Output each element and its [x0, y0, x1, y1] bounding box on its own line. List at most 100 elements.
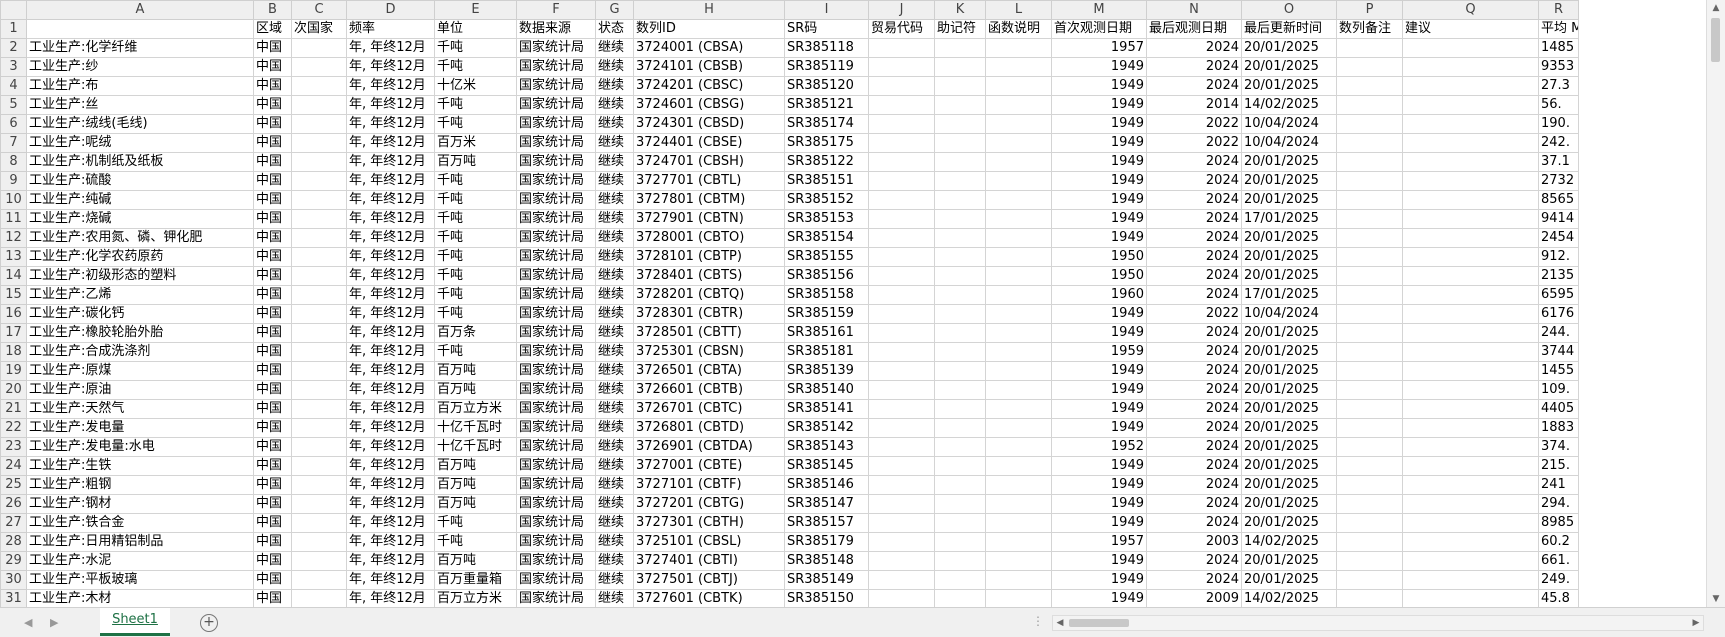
- row-header[interactable]: 24: [0, 456, 27, 476]
- cell[interactable]: 函数说明: [985, 19, 1052, 39]
- cell[interactable]: [1336, 437, 1403, 457]
- cell[interactable]: [868, 133, 935, 153]
- cell[interactable]: 继续: [595, 228, 634, 248]
- cell[interactable]: 工业生产:橡胶轮胎外胎: [26, 323, 254, 343]
- cell[interactable]: SR385118: [784, 38, 869, 58]
- cell[interactable]: 中国: [253, 399, 292, 419]
- cell[interactable]: 60.2: [1538, 532, 1579, 552]
- cell[interactable]: 工业生产:原油: [26, 380, 254, 400]
- split-handle-icon[interactable]: ⋮: [1032, 614, 1044, 628]
- cell[interactable]: [934, 589, 986, 607]
- cell[interactable]: [1336, 380, 1403, 400]
- cell[interactable]: [985, 456, 1052, 476]
- cell[interactable]: SR385147: [784, 494, 869, 514]
- cell[interactable]: 国家统计局: [516, 456, 596, 476]
- cell[interactable]: 中国: [253, 304, 292, 324]
- cell[interactable]: [985, 57, 1052, 77]
- cell[interactable]: [868, 399, 935, 419]
- cell[interactable]: 2024: [1146, 228, 1242, 248]
- cell[interactable]: 继续: [595, 57, 634, 77]
- cell[interactable]: [985, 171, 1052, 191]
- cell[interactable]: 2024: [1146, 342, 1242, 362]
- cell[interactable]: [985, 494, 1052, 514]
- cell[interactable]: 次国家: [291, 19, 347, 39]
- cell[interactable]: 2024: [1146, 190, 1242, 210]
- cell[interactable]: 继续: [595, 152, 634, 172]
- cell[interactable]: SR385149: [784, 570, 869, 590]
- cell[interactable]: 百万吨: [434, 361, 517, 381]
- cell[interactable]: [985, 323, 1052, 343]
- cell[interactable]: 继续: [595, 589, 634, 607]
- cell[interactable]: SR385156: [784, 266, 869, 286]
- cell[interactable]: 年, 年终12月: [346, 209, 435, 229]
- column-header[interactable]: G: [595, 0, 634, 20]
- cell[interactable]: 年, 年终12月: [346, 38, 435, 58]
- cell[interactable]: 千吨: [434, 190, 517, 210]
- cell[interactable]: [291, 323, 347, 343]
- cell[interactable]: [985, 38, 1052, 58]
- cell[interactable]: [1402, 532, 1539, 552]
- cell[interactable]: 17/01/2025: [1241, 209, 1337, 229]
- cell[interactable]: 3727301 (CBTH): [633, 513, 785, 533]
- cell[interactable]: 3726901 (CBTDA): [633, 437, 785, 457]
- cell[interactable]: 国家统计局: [516, 152, 596, 172]
- cell[interactable]: 2022: [1146, 304, 1242, 324]
- cell[interactable]: 1949: [1051, 209, 1147, 229]
- sheet-prev-icon[interactable]: ◀: [24, 616, 32, 629]
- horizontal-scrollbar[interactable]: ◀ ▶: [1052, 615, 1704, 631]
- cell[interactable]: [1336, 247, 1403, 267]
- cell[interactable]: 1949: [1051, 152, 1147, 172]
- cell[interactable]: [1402, 418, 1539, 438]
- cell[interactable]: 3725101 (CBSL): [633, 532, 785, 552]
- cell[interactable]: [1336, 361, 1403, 381]
- cell[interactable]: 国家统计局: [516, 323, 596, 343]
- cell[interactable]: 190.: [1538, 114, 1579, 134]
- cell[interactable]: [291, 114, 347, 134]
- cell[interactable]: 20/01/2025: [1241, 494, 1337, 514]
- cell[interactable]: [1336, 589, 1403, 607]
- cell[interactable]: [868, 228, 935, 248]
- cell[interactable]: 百万重量箱: [434, 570, 517, 590]
- cell[interactable]: 国家统计局: [516, 95, 596, 115]
- cell[interactable]: [1402, 342, 1539, 362]
- cell[interactable]: 20/01/2025: [1241, 228, 1337, 248]
- cell[interactable]: [291, 418, 347, 438]
- cell[interactable]: 17/01/2025: [1241, 285, 1337, 305]
- cell[interactable]: [1336, 38, 1403, 58]
- cell[interactable]: [868, 209, 935, 229]
- cell[interactable]: [291, 342, 347, 362]
- cell[interactable]: 1949: [1051, 171, 1147, 191]
- cell[interactable]: 3724601 (CBSG): [633, 95, 785, 115]
- cell[interactable]: 百万吨: [434, 380, 517, 400]
- cell[interactable]: 中国: [253, 133, 292, 153]
- cell[interactable]: 国家统计局: [516, 190, 596, 210]
- cell[interactable]: 8565: [1538, 190, 1579, 210]
- cell[interactable]: 2024: [1146, 475, 1242, 495]
- column-header[interactable]: Q: [1402, 0, 1539, 20]
- column-header[interactable]: J: [868, 0, 935, 20]
- cell[interactable]: 区域: [253, 19, 292, 39]
- cell[interactable]: 国家统计局: [516, 304, 596, 324]
- row-header[interactable]: 13: [0, 247, 27, 267]
- sheet-tab[interactable]: Sheet1: [100, 608, 170, 636]
- cell[interactable]: 继续: [595, 342, 634, 362]
- cell[interactable]: 3724701 (CBSH): [633, 152, 785, 172]
- cell[interactable]: 2024: [1146, 456, 1242, 476]
- cell[interactable]: [985, 551, 1052, 571]
- cell[interactable]: 1949: [1051, 551, 1147, 571]
- vertical-scroll-thumb[interactable]: [1711, 18, 1720, 62]
- cell[interactable]: 继续: [595, 285, 634, 305]
- cell[interactable]: 4405: [1538, 399, 1579, 419]
- cell[interactable]: 继续: [595, 570, 634, 590]
- cell[interactable]: 年, 年终12月: [346, 437, 435, 457]
- cell[interactable]: 109.: [1538, 380, 1579, 400]
- cell[interactable]: [1336, 570, 1403, 590]
- cell[interactable]: [1402, 247, 1539, 267]
- cell[interactable]: 年, 年终12月: [346, 133, 435, 153]
- cell[interactable]: 1950: [1051, 247, 1147, 267]
- row-header[interactable]: 15: [0, 285, 27, 305]
- cell[interactable]: 年, 年终12月: [346, 266, 435, 286]
- cell[interactable]: [291, 247, 347, 267]
- cell[interactable]: 千吨: [434, 114, 517, 134]
- cell[interactable]: 中国: [253, 285, 292, 305]
